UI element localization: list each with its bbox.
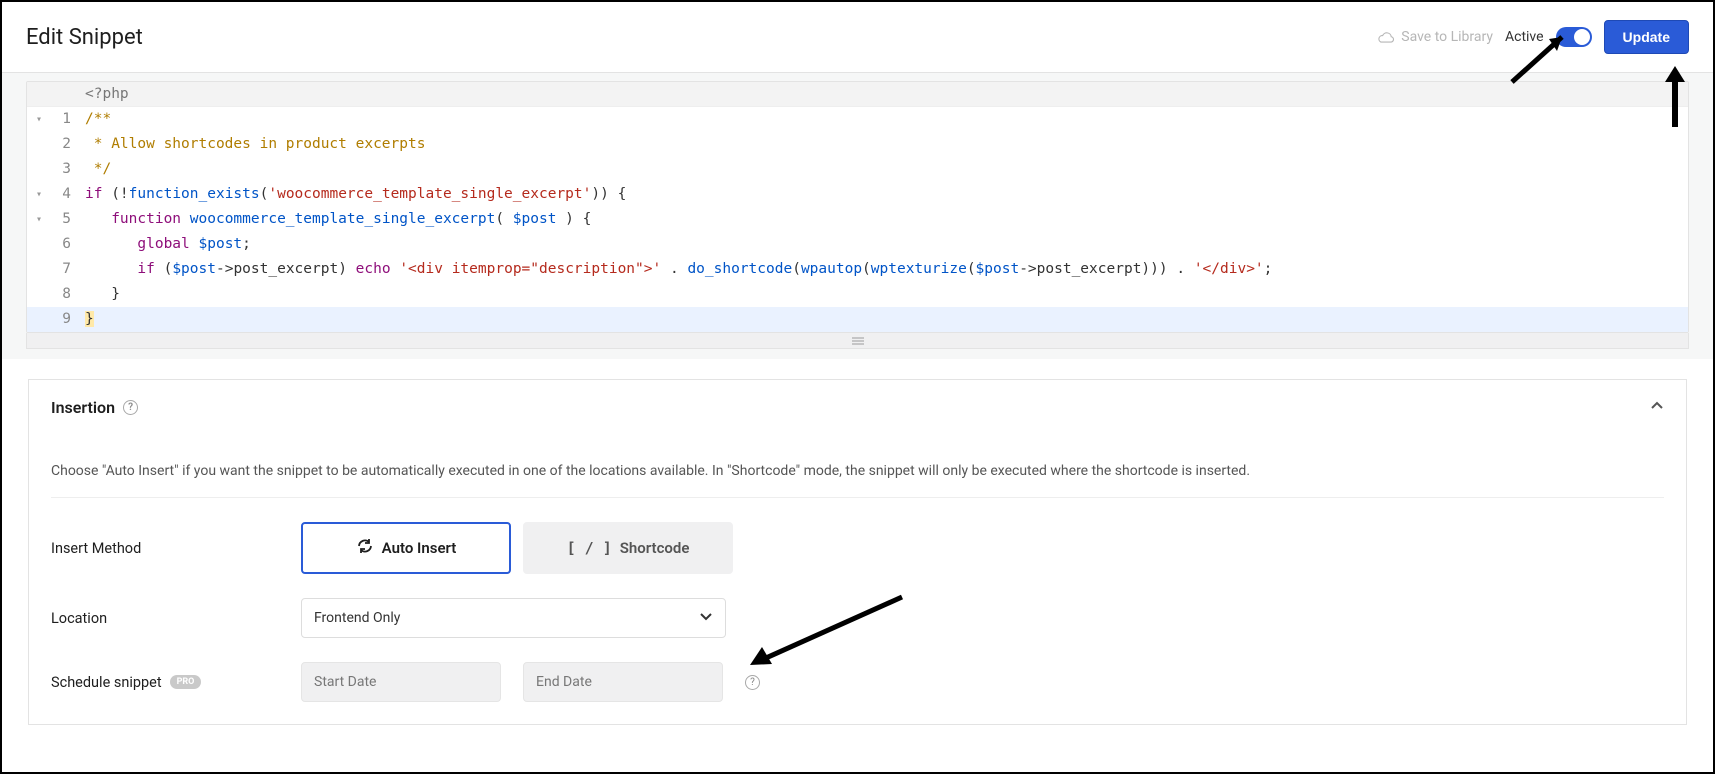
location-select[interactable]: Frontend Only <box>301 598 726 638</box>
location-row: Location Frontend Only <box>51 574 1664 638</box>
end-date-placeholder: End Date <box>536 674 592 690</box>
active-toggle[interactable] <box>1556 27 1592 47</box>
auto-insert-button[interactable]: Auto Insert <box>301 522 511 574</box>
pro-badge: PRO <box>170 675 202 689</box>
code-php-open: <?php <box>27 82 1688 107</box>
auto-insert-label: Auto Insert <box>382 539 457 557</box>
shortcode-button[interactable]: [ / ] Shortcode <box>523 522 733 574</box>
code-line[interactable]: 3 */ <box>27 157 1688 182</box>
help-icon[interactable]: ? <box>745 675 760 690</box>
editor-resizer[interactable] <box>26 333 1689 349</box>
code-editor[interactable]: <?php ▾1/**2 * Allow shortcodes in produ… <box>26 81 1689 333</box>
location-label: Location <box>51 610 301 627</box>
active-label: Active <box>1505 29 1544 45</box>
chevron-down-icon <box>699 609 713 627</box>
code-line[interactable]: ▾5 function woocommerce_template_single_… <box>27 207 1688 232</box>
code-line[interactable]: 8 } <box>27 282 1688 307</box>
topbar-actions: Save to Library Active Update <box>1377 20 1689 54</box>
end-date-field[interactable]: End Date <box>523 662 723 702</box>
help-icon[interactable]: ? <box>123 400 138 415</box>
editor-area: <?php ▾1/**2 * Allow shortcodes in produ… <box>2 73 1713 359</box>
start-date-field[interactable]: Start Date <box>301 662 501 702</box>
schedule-label: Schedule snippet <box>51 674 162 691</box>
shortcode-label: Shortcode <box>620 539 690 557</box>
code-line[interactable]: ▾4if (!function_exists('woocommerce_temp… <box>27 182 1688 207</box>
location-value: Frontend Only <box>314 610 400 626</box>
insertion-panel: Insertion ? Choose "Auto Insert" if you … <box>28 379 1687 725</box>
shortcode-icon: [ / ] <box>567 539 612 557</box>
refresh-icon <box>356 537 374 559</box>
start-date-placeholder: Start Date <box>314 674 376 690</box>
insert-method-row: Insert Method Auto Insert [ / ] Shortcod… <box>51 498 1664 574</box>
cloud-icon <box>1377 31 1395 44</box>
insertion-panel-body: Choose "Auto Insert" if you want the sni… <box>29 435 1686 724</box>
insertion-title: Insertion <box>51 398 115 417</box>
update-button[interactable]: Update <box>1604 20 1689 54</box>
code-line[interactable]: 6 global $post; <box>27 232 1688 257</box>
save-to-library-label: Save to Library <box>1401 29 1493 45</box>
insertion-panel-header[interactable]: Insertion ? <box>29 380 1686 435</box>
page-title: Edit Snippet <box>26 25 143 50</box>
code-line[interactable]: ▾1/** <box>27 107 1688 132</box>
code-line[interactable]: 7 if ($post->post_excerpt) echo '<div it… <box>27 257 1688 282</box>
save-to-library[interactable]: Save to Library <box>1377 29 1493 45</box>
schedule-row: Schedule snippet PRO Start Date End Date… <box>51 638 1664 702</box>
topbar: Edit Snippet Save to Library Active Upda… <box>2 2 1713 73</box>
insert-method-label: Insert Method <box>51 540 301 557</box>
chevron-up-icon <box>1650 398 1664 417</box>
insertion-description: Choose "Auto Insert" if you want the sni… <box>51 439 1664 498</box>
code-line[interactable]: 2 * Allow shortcodes in product excerpts <box>27 132 1688 157</box>
code-line[interactable]: 9} <box>27 307 1688 332</box>
